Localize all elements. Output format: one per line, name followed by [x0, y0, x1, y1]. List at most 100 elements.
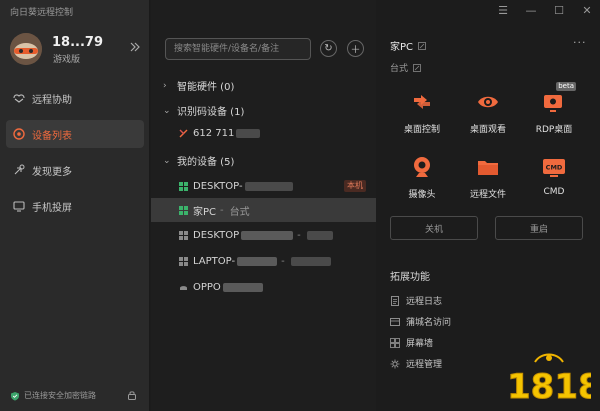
- avatar[interactable]: [10, 33, 42, 65]
- group-smart-hardware[interactable]: › 智能硬件 (0): [163, 78, 235, 94]
- nav-item-remote-assist[interactable]: 远程协助: [6, 84, 144, 112]
- user-name[interactable]: 18...79: [52, 35, 103, 50]
- domain-access-icon: [390, 317, 400, 327]
- nav-label: 远程协助: [32, 94, 72, 106]
- group-label: 智能硬件 (0): [177, 82, 235, 93]
- feature-rdp-desktop[interactable]: beta RDP桌面: [522, 82, 586, 135]
- svg-text:18183: 18183: [507, 367, 591, 404]
- nav-label: 设备列表: [32, 130, 72, 142]
- ext-label: 远程日志: [406, 297, 443, 307]
- refresh-button[interactable]: ↻: [320, 40, 337, 57]
- remote-manage-icon: [390, 359, 400, 369]
- feature-label: RDP桌面: [535, 125, 573, 135]
- device-name: 家PC: [193, 206, 217, 218]
- log-icon: [390, 295, 400, 306]
- rdp-desktop-icon: beta: [540, 82, 576, 116]
- close-icon[interactable]: ✕: [580, 4, 594, 17]
- lock-icon[interactable]: [126, 389, 138, 401]
- remote-file-icon: [474, 153, 502, 181]
- more-options-button[interactable]: ···: [573, 36, 587, 49]
- device-name: LAPTOP-: [193, 255, 236, 267]
- edit-icon[interactable]: [413, 63, 421, 72]
- device-subtitle: 台式: [229, 206, 250, 218]
- feature-label: 桌面观看: [469, 125, 506, 135]
- separator: -: [281, 255, 285, 267]
- app-title: 向日葵远程控制: [10, 8, 74, 18]
- screen-wall-icon: [390, 337, 400, 348]
- device-title-text: 家PC: [390, 42, 414, 53]
- plus-icon: ＋: [350, 45, 361, 56]
- watermark-logo: 18183: [505, 348, 591, 404]
- search-box[interactable]: [165, 38, 311, 60]
- extensions-title: 拓展功能: [390, 272, 430, 283]
- nav-label: 发现更多: [32, 166, 72, 178]
- device-row-selected[interactable]: 家PC - 台式: [151, 198, 376, 222]
- remote-assist-icon: [12, 91, 26, 105]
- chevron-down-icon: ⌄: [163, 155, 171, 166]
- remote-link-icon: [179, 129, 188, 138]
- feature-cmd[interactable]: CMD CMD: [522, 153, 586, 197]
- shutdown-button[interactable]: 关机: [390, 216, 478, 240]
- ext-item-screen-wall[interactable]: 屏幕墙: [390, 336, 433, 349]
- ext-label: 蒲城名访问: [406, 318, 452, 328]
- nav-item-screen-cast[interactable]: 手机投屏: [6, 192, 144, 220]
- ext-item-remote-log[interactable]: 远程日志: [390, 294, 442, 307]
- cmd-icon: CMD: [540, 153, 568, 181]
- device-row[interactable]: DESKTOP- 本机: [151, 174, 376, 198]
- nav-item-discover[interactable]: 发现更多: [6, 156, 144, 184]
- device-row[interactable]: LAPTOP- -: [151, 249, 376, 273]
- beta-badge: beta: [556, 82, 576, 91]
- device-name: OPPO: [193, 281, 221, 293]
- camera-icon: [408, 153, 436, 181]
- collapse-sidebar-icon[interactable]: [128, 40, 142, 54]
- feature-camera[interactable]: 摄像头: [390, 153, 454, 200]
- nav-item-device-list[interactable]: 设备列表: [6, 120, 144, 148]
- search-input[interactable]: [166, 39, 310, 59]
- feature-desktop-view[interactable]: 桌面观看: [456, 88, 520, 135]
- user-edition: 游戏版: [53, 55, 81, 65]
- add-device-button[interactable]: ＋: [347, 40, 364, 57]
- group-my-devices[interactable]: ⌄ 我的设备 (5): [163, 153, 234, 169]
- device-id: 612 711: [193, 127, 235, 139]
- ext-label: 远程管理: [406, 360, 443, 370]
- group-code-devices[interactable]: ⌄ 识别码设备 (1): [163, 103, 245, 119]
- device-row-code[interactable]: 612 711: [151, 121, 376, 145]
- feature-remote-file[interactable]: 远程文件: [456, 153, 520, 200]
- redacted-text: [236, 128, 261, 138]
- windows-icon: [179, 230, 188, 240]
- feature-desktop-control[interactable]: 桌面控制: [390, 88, 454, 135]
- feature-label: CMD: [543, 187, 565, 197]
- feature-label: 桌面控制: [403, 125, 440, 135]
- ext-label: 屏幕墙: [406, 339, 434, 349]
- device-row[interactable]: DESKTOP -: [151, 223, 376, 247]
- sidebar: 向日葵远程控制 18...79 游戏版 远程协助 设备列表 发现更多 手机投屏 …: [0, 0, 150, 411]
- chevron-right-icon: ›: [163, 80, 167, 91]
- feature-label: 远程文件: [469, 190, 506, 200]
- redacted-text: [290, 256, 331, 266]
- device-type: 台式: [390, 61, 421, 74]
- menu-icon[interactable]: ☰: [496, 4, 510, 17]
- redacted-text: [306, 230, 333, 240]
- edit-icon[interactable]: [418, 41, 426, 50]
- ext-item-remote-manage[interactable]: 远程管理: [390, 357, 442, 370]
- secure-status-text: 已连接安全加密链路: [24, 391, 96, 400]
- nav-label: 手机投屏: [32, 202, 72, 214]
- device-name: DESKTOP-: [193, 180, 243, 192]
- device-row[interactable]: OPPO: [151, 275, 376, 299]
- android-icon: [179, 283, 188, 292]
- maximize-icon[interactable]: ☐: [552, 4, 566, 17]
- device-list-icon: [12, 127, 26, 141]
- minimize-icon[interactable]: —: [524, 4, 538, 17]
- cmd-icon-text: CMD: [546, 164, 563, 172]
- desktop-view-icon: [474, 88, 502, 116]
- secure-status: 已连接安全加密链路: [10, 390, 96, 401]
- separator: -: [220, 204, 224, 216]
- local-machine-badge: 本机: [344, 180, 366, 192]
- nav-menu: 远程协助 设备列表 发现更多 手机投屏: [0, 84, 150, 228]
- ext-item-domain-access[interactable]: 蒲城名访问: [390, 315, 451, 328]
- restart-button[interactable]: 重启: [495, 216, 583, 240]
- separator: -: [297, 229, 301, 241]
- window-controls: ☰ — ☐ ✕: [496, 4, 594, 17]
- device-list-panel: ↻ ＋ › 智能硬件 (0) ⌄ 识别码设备 (1) 612 711 ⌄ 我的设…: [151, 0, 376, 411]
- group-label: 识别码设备 (1): [177, 107, 245, 118]
